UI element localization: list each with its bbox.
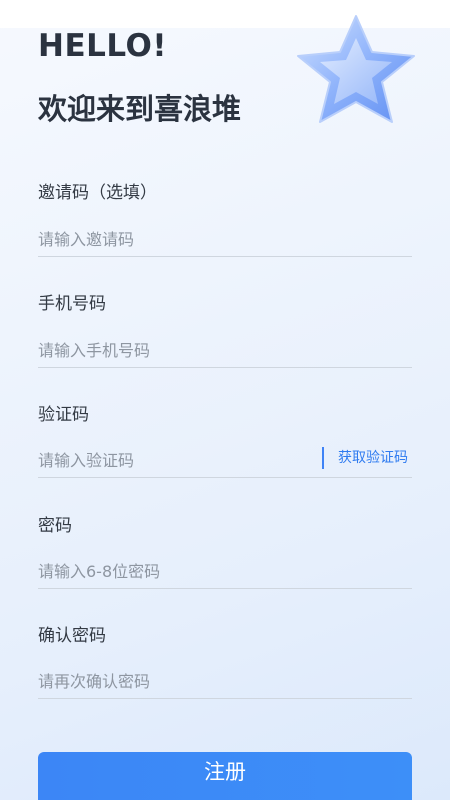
greeting-title: HELLO! bbox=[38, 28, 168, 64]
confirm-password-label: 确认密码 bbox=[38, 626, 106, 646]
invite-code-label: 邀请码（选填） bbox=[38, 183, 157, 203]
invite-code-input[interactable] bbox=[38, 222, 412, 257]
verify-code-label: 验证码 bbox=[38, 405, 89, 425]
confirm-password-input[interactable] bbox=[38, 664, 412, 699]
phone-input[interactable] bbox=[38, 333, 412, 368]
password-input[interactable] bbox=[38, 554, 412, 589]
register-button[interactable]: 注册 bbox=[38, 752, 412, 800]
star-icon bbox=[297, 15, 415, 123]
phone-label: 手机号码 bbox=[38, 294, 106, 314]
register-screen: HELLO! 欢迎来到喜浪堆 邀请码（选填） 手机号码 验证码 获取验证码 密码… bbox=[0, 0, 450, 800]
welcome-title: 欢迎来到喜浪堆 bbox=[38, 92, 242, 126]
get-code-button[interactable]: 获取验证码 bbox=[322, 447, 408, 469]
password-label: 密码 bbox=[38, 516, 72, 536]
